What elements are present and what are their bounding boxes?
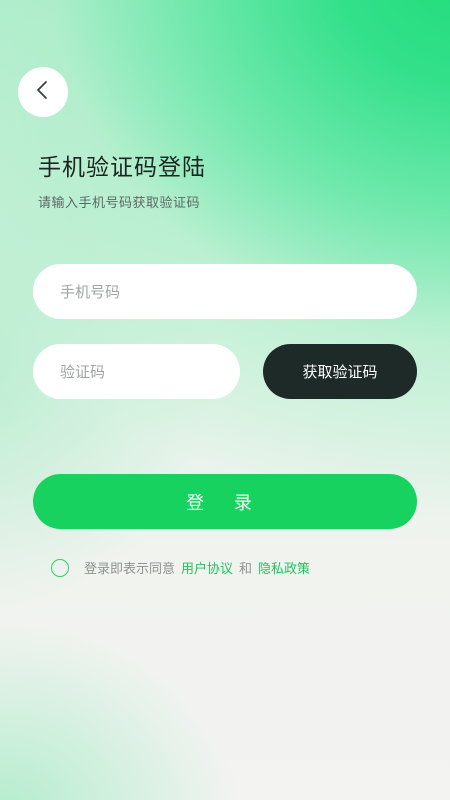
agreement-row: 登录即表示同意 用户协议 和 隐私政策 bbox=[51, 558, 310, 577]
verification-code-input[interactable]: 验证码 bbox=[33, 344, 240, 399]
phone-input-placeholder: 手机号码 bbox=[60, 283, 121, 301]
page-subtitle: 请输入手机号码获取验证码 bbox=[38, 196, 201, 211]
login-button[interactable]: 登 录 bbox=[33, 474, 417, 529]
page-title: 手机验证码登陆 bbox=[38, 155, 206, 181]
back-button[interactable] bbox=[18, 67, 68, 117]
user-agreement-link[interactable]: 用户协议 bbox=[181, 558, 233, 577]
chevron-left-icon bbox=[33, 80, 53, 104]
verification-code-placeholder: 验证码 bbox=[60, 363, 106, 381]
get-code-button[interactable]: 获取验证码 bbox=[263, 344, 417, 399]
agreement-prefix: 登录即表示同意 bbox=[84, 562, 176, 577]
background-gradient bbox=[0, 0, 450, 800]
agreement-conjunction: 和 bbox=[239, 562, 253, 577]
phone-input[interactable]: 手机号码 bbox=[33, 264, 417, 319]
agreement-checkbox[interactable] bbox=[51, 558, 69, 577]
privacy-policy-link[interactable]: 隐私政策 bbox=[258, 558, 310, 577]
